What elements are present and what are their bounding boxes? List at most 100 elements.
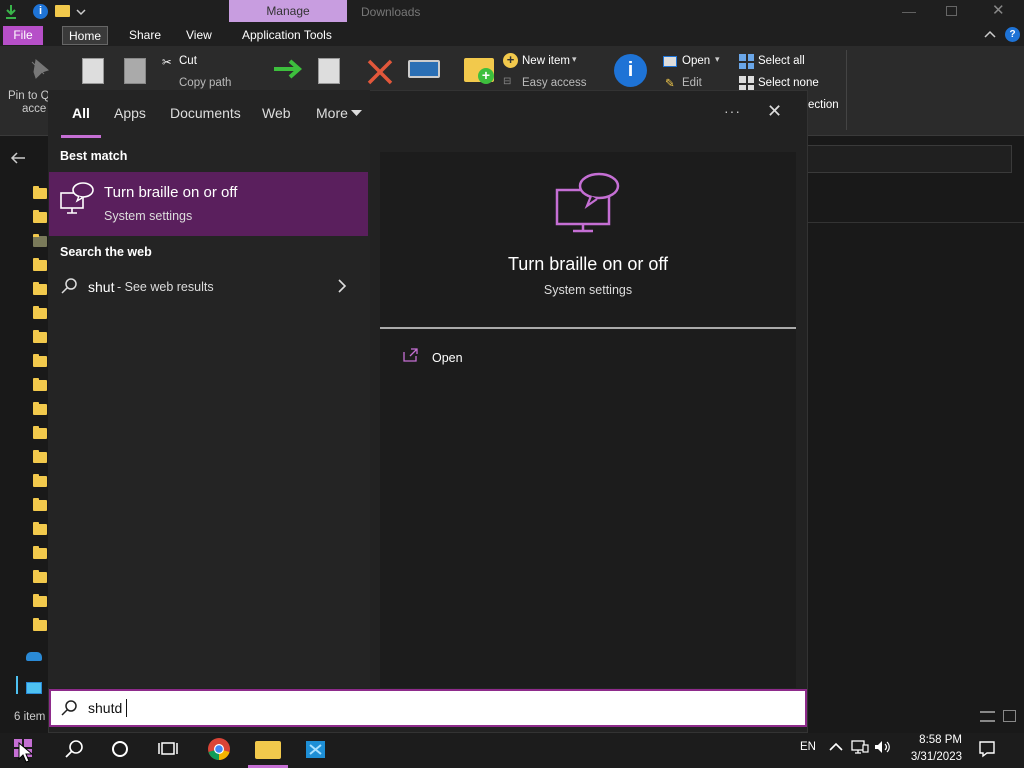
folder-icon[interactable] <box>33 210 47 223</box>
paste-icon[interactable] <box>124 58 146 84</box>
folder-icon[interactable] <box>33 594 47 607</box>
delete-icon[interactable] <box>366 58 394 86</box>
help-icon[interactable]: ? <box>1005 27 1020 42</box>
add-icon: + <box>478 68 494 84</box>
show-hidden-icons-chevron[interactable] <box>829 742 843 752</box>
folder-icon[interactable] <box>33 450 47 463</box>
tab-home[interactable]: Home <box>62 26 108 45</box>
move-to-icon[interactable] <box>272 58 304 80</box>
best-match-header: Best match <box>60 149 128 163</box>
select-none-button[interactable]: Select none <box>758 77 819 89</box>
folder-icon[interactable] <box>33 378 47 391</box>
folder-icon[interactable] <box>33 330 47 343</box>
web-result[interactable]: shut - See web results <box>49 272 368 302</box>
task-view-icon[interactable] <box>155 737 183 763</box>
open-external-icon <box>403 348 418 362</box>
onedrive-icon[interactable] <box>26 652 42 661</box>
minimize-button[interactable]: — <box>902 3 916 19</box>
braille-settings-large-icon <box>555 172 620 233</box>
copy-path-button[interactable]: Copy path <box>179 77 231 89</box>
folder-icon[interactable] <box>33 402 47 415</box>
large-icons-view-icon[interactable] <box>1003 710 1016 722</box>
download-arrow-icon[interactable] <box>4 4 18 20</box>
tab-more[interactable]: More <box>316 105 348 121</box>
select-all-button[interactable]: Select all <box>758 55 805 67</box>
best-match-result[interactable]: Turn braille on or off System settings <box>49 172 368 236</box>
folder-icon[interactable] <box>33 234 47 247</box>
clock-time[interactable]: 8:58 PM <box>900 734 962 746</box>
rename-icon[interactable] <box>408 60 440 78</box>
tab-share[interactable]: Share <box>123 26 167 45</box>
folder-icon[interactable] <box>33 618 47 631</box>
easy-access-icon: ⊟ <box>503 76 512 87</box>
this-pc-icon[interactable] <box>26 682 42 694</box>
chevron-down-icon[interactable] <box>76 8 86 16</box>
folder-icon[interactable] <box>33 186 47 199</box>
pin-icon[interactable] <box>26 58 50 84</box>
explorer-search-box[interactable] <box>805 145 1012 173</box>
chevron-down-icon[interactable] <box>351 110 362 117</box>
close-search-button[interactable]: ✕ <box>767 101 782 122</box>
tab-application-tools[interactable]: Application Tools <box>236 26 338 45</box>
details-view-icon[interactable] <box>980 711 995 722</box>
tab-apps[interactable]: Apps <box>114 105 146 121</box>
snipping-tool-icon[interactable] <box>302 737 330 763</box>
new-item-button[interactable]: New item <box>522 55 570 67</box>
tab-all[interactable]: All <box>72 105 90 121</box>
window-title: Downloads <box>361 5 421 19</box>
search-input-value: shutd <box>88 700 123 716</box>
chevron-down-icon: ▾ <box>572 54 577 64</box>
network-icon[interactable] <box>851 739 869 755</box>
search-icon[interactable] <box>60 737 88 763</box>
tab-file[interactable]: File <box>3 26 43 45</box>
collapse-ribbon-icon[interactable] <box>984 30 996 38</box>
clock-date[interactable]: 3/31/2023 <box>900 751 962 763</box>
folder-icon[interactable] <box>33 570 47 583</box>
copy-icon[interactable] <box>82 58 104 84</box>
web-query: shut <box>88 279 115 295</box>
tab-view[interactable]: View <box>180 26 218 45</box>
scissors-icon: ✂ <box>162 57 172 69</box>
tab-web[interactable]: Web <box>262 105 291 121</box>
search-input[interactable]: shutd <box>49 689 807 727</box>
manage-context-tab[interactable]: Manage <box>229 0 347 22</box>
notifications-icon[interactable] <box>978 740 996 758</box>
chevron-right-icon[interactable] <box>338 279 347 293</box>
folder-icon[interactable] <box>33 498 47 511</box>
new-folder-icon[interactable] <box>55 5 70 17</box>
taskbar <box>0 733 1024 768</box>
back-arrow-icon[interactable] <box>10 151 26 165</box>
copy-to-icon[interactable] <box>318 58 340 84</box>
folder-icon[interactable] <box>33 282 47 295</box>
close-window-button[interactable]: ✕ <box>992 1 1005 19</box>
preview-divider <box>380 327 796 329</box>
file-explorer-icon[interactable] <box>255 741 281 759</box>
folder-icon[interactable] <box>33 426 47 439</box>
folder-icon[interactable] <box>33 306 47 319</box>
search-icon <box>61 278 77 294</box>
invert-selection-button[interactable]: ection <box>808 99 839 111</box>
cortana-icon[interactable] <box>106 737 134 763</box>
properties-ribbon-icon[interactable]: i <box>614 54 647 87</box>
preview-title: Turn braille on or off <box>507 254 669 274</box>
easy-access-button[interactable]: Easy access <box>522 77 587 89</box>
edit-button[interactable]: Edit <box>682 77 702 89</box>
select-all-icon <box>739 54 754 69</box>
more-options-button[interactable]: ··· <box>724 103 741 119</box>
folder-icon[interactable] <box>33 522 47 535</box>
volume-icon[interactable] <box>874 739 892 755</box>
tab-documents[interactable]: Documents <box>170 105 241 121</box>
folder-icon[interactable] <box>33 258 47 271</box>
folder-icon[interactable] <box>33 354 47 367</box>
language-indicator[interactable]: EN <box>800 741 816 753</box>
open-button[interactable]: Open <box>682 55 710 67</box>
cut-button[interactable]: Cut <box>179 55 197 67</box>
properties-icon[interactable]: i <box>33 4 48 19</box>
web-result-suffix: - See web results <box>117 280 214 294</box>
chrome-icon[interactable] <box>205 737 233 763</box>
maximize-button[interactable] <box>946 6 957 16</box>
open-action[interactable]: Open <box>396 344 786 372</box>
folder-icon[interactable] <box>33 546 47 559</box>
folder-icon[interactable] <box>33 474 47 487</box>
pin-label[interactable]: Pin to Q <box>8 90 50 102</box>
